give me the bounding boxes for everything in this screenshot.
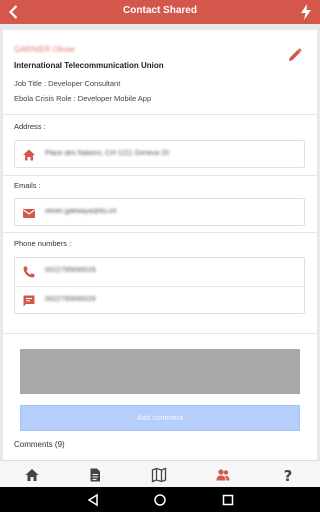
home-icon[interactable] <box>24 467 40 483</box>
contact-organization: International Telecommunication Union <box>14 61 164 70</box>
document-icon[interactable] <box>87 467 103 483</box>
emails-label: Emails : <box>14 181 41 190</box>
contact-card: GARNIER Olivier International Telecommun… <box>3 30 317 460</box>
sms-item[interactable]: 0022795690029 <box>15 287 304 315</box>
help-icon[interactable]: ? <box>280 467 296 483</box>
divider <box>3 232 317 233</box>
flash-icon[interactable] <box>298 3 314 21</box>
tab-bar: ? <box>0 460 320 487</box>
contact-job-title: Job Title : Developer Consultant <box>14 79 121 88</box>
mail-icon <box>23 209 35 218</box>
contacts-icon[interactable] <box>215 467 231 483</box>
edit-icon[interactable] <box>287 47 303 63</box>
app-bar: Contact Shared <box>0 0 320 24</box>
divider <box>3 333 317 334</box>
divider <box>3 114 317 115</box>
back-icon[interactable] <box>86 493 100 507</box>
address-value: Place des Nations, CH-1211 Geneva 20 <box>45 150 169 157</box>
address-label: Address : <box>14 122 46 131</box>
page-title: Contact Shared <box>123 5 197 16</box>
svg-text:?: ? <box>284 467 293 483</box>
email-value: olivier.gakwaya@itu.int <box>45 208 117 215</box>
contact-crisis-role: Ebola Crisis Role : Developer Mobile App <box>14 94 152 103</box>
add-comment-button[interactable]: Add comment <box>20 405 300 431</box>
divider <box>3 175 317 176</box>
phone-item[interactable]: 0022795690029 <box>15 258 304 286</box>
address-field[interactable]: Place des Nations, CH-1211 Geneva 20 <box>14 140 305 168</box>
map-icon[interactable] <box>151 467 167 483</box>
message-icon <box>23 295 35 307</box>
comment-input[interactable] <box>20 349 300 394</box>
recents-icon[interactable] <box>221 493 235 507</box>
phone-number: 0022795690029 <box>45 267 96 274</box>
phone-icon <box>23 266 35 278</box>
comments-count: Comments (9) <box>14 440 65 449</box>
home-circle-icon[interactable] <box>153 493 167 507</box>
phone-number: 0022795690029 <box>45 296 96 303</box>
email-field[interactable]: olivier.gakwaya@itu.int <box>14 198 305 226</box>
system-nav-bar <box>0 487 320 512</box>
phones-label: Phone numbers : <box>14 239 72 248</box>
phone-list: 0022795690029 0022795690029 <box>14 257 305 314</box>
contact-name: GARNIER Olivier <box>14 45 76 54</box>
home-icon <box>23 149 35 161</box>
